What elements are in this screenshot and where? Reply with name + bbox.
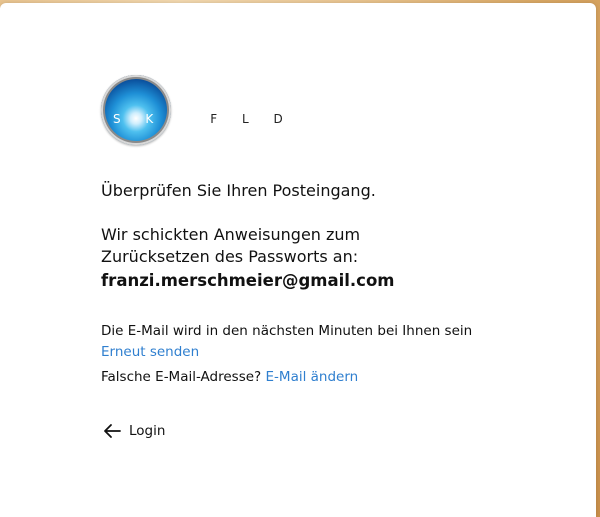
back-to-login-button[interactable]: Login: [103, 423, 165, 439]
logo-wordmark-part-2: F L D: [210, 112, 294, 126]
logo-wordmark: S K Y F L D: [113, 112, 293, 126]
wrong-address-text: Falsche E-Mail-Adresse?: [101, 369, 262, 385]
delivery-note-text: Die E-Mail wird in den nächsten Minuten …: [101, 323, 473, 339]
skyfld-logo: S K Y F L D: [101, 75, 283, 147]
wrong-address-line: Falsche E-Mail-Adresse? E-Mail ändern: [101, 369, 358, 385]
logo-globe-icon: [101, 75, 171, 145]
delivery-note: Die E-Mail wird in den nächsten Minuten …: [101, 321, 501, 363]
resend-link[interactable]: Erneut senden: [101, 344, 199, 360]
recipient-email: franzi.merschmeier@gmail.com: [101, 271, 395, 290]
logo-wordmark-part-1: S K Y: [113, 112, 196, 126]
back-to-login-label: Login: [129, 423, 166, 439]
instructions-text: Wir schickten Anweisungen zum Zurücksetz…: [101, 225, 361, 266]
page-title: Überprüfen Sie Ihren Posteingang.: [101, 181, 376, 200]
change-email-link[interactable]: E-Mail ändern: [266, 369, 359, 385]
reset-confirmation-card: S K Y F L D Überprüfen Sie Ihren Postein…: [0, 3, 596, 517]
arrow-left-icon: [103, 423, 121, 439]
